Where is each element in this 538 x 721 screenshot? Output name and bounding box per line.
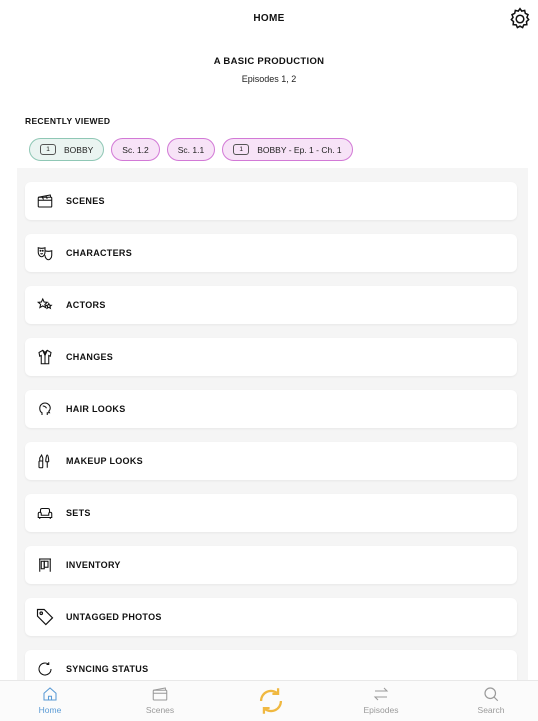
recent-chip-bobby[interactable]: 1 BOBBY <box>29 138 105 161</box>
sofa-icon <box>35 503 55 523</box>
chip-label: Sc. 1.1 <box>177 144 205 155</box>
search-icon <box>484 687 499 702</box>
gear-icon <box>510 7 530 29</box>
menu-item-label: SCENES <box>66 196 105 206</box>
head-hair-icon <box>35 399 55 419</box>
home-icon <box>43 687 57 701</box>
sync-button[interactable] <box>254 684 288 718</box>
tab-search-label: Search <box>477 705 505 715</box>
tag-icon <box>35 607 55 627</box>
bottom-tab-bar: Home Scenes Episodes Search <box>0 680 538 721</box>
recent-chip-scene-1-2[interactable]: Sc. 1.2 <box>111 138 160 161</box>
menu-item-untagged-photos[interactable]: UNTAGGED PHOTOS <box>25 598 517 636</box>
menu-item-label: INVENTORY <box>66 560 121 570</box>
clapperboard-icon <box>35 191 55 211</box>
menu-item-sets[interactable]: SETS <box>25 494 517 532</box>
chip-count-badge: 1 <box>40 144 56 155</box>
settings-button[interactable] <box>506 5 534 33</box>
menu-list: SCENES CHARACTERS ACTORS CHANGES HAIR LO… <box>17 168 528 680</box>
chip-label: Sc. 1.2 <box>122 144 149 155</box>
recent-chip-scene-1-1[interactable]: Sc. 1.1 <box>166 138 216 161</box>
tab-home[interactable]: Home <box>10 685 90 721</box>
theater-masks-icon <box>35 243 55 263</box>
clothes-rack-icon <box>35 555 55 575</box>
arrows-swap-icon <box>373 687 389 701</box>
tab-scenes[interactable]: Scenes <box>120 685 200 721</box>
menu-item-label: SYNCING STATUS <box>66 664 149 674</box>
refresh-icon <box>35 659 55 679</box>
recently-viewed-chips: 1 BOBBY Sc. 1.2 Sc. 1.1 1 BOBBY - Ep. 1 … <box>29 138 353 161</box>
menu-item-label: CHANGES <box>66 352 114 362</box>
menu-item-inventory[interactable]: INVENTORY <box>25 546 517 584</box>
menu-item-label: CHARACTERS <box>66 248 132 258</box>
production-episodes: Episodes 1, 2 <box>241 74 297 84</box>
menu-item-makeup-looks[interactable]: MAKEUP LOOKS <box>25 442 517 480</box>
tab-search[interactable]: Search <box>451 685 531 721</box>
menu-item-label: UNTAGGED PHOTOS <box>66 612 162 622</box>
menu-item-label: SETS <box>66 508 91 518</box>
chip-label: BOBBY - Ep. 1 - Ch. 1 <box>257 144 342 155</box>
production-info: A BASIC PRODUCTION Episodes 1, 2 <box>0 56 538 84</box>
clapperboard-icon <box>152 687 168 701</box>
sync-icon <box>259 688 283 714</box>
top-bar: HOME <box>0 0 538 40</box>
makeup-brushes-icon <box>35 451 55 471</box>
tab-episodes[interactable]: Episodes <box>341 685 421 721</box>
menu-item-label: HAIR LOOKS <box>66 404 126 414</box>
tab-home-label: Home <box>38 705 62 715</box>
recent-chip-bobby-ep1-ch1[interactable]: 1 BOBBY - Ep. 1 - Ch. 1 <box>222 138 353 161</box>
menu-item-hair-looks[interactable]: HAIR LOOKS <box>25 390 517 428</box>
tab-episodes-label: Episodes <box>363 705 399 715</box>
menu-item-actors[interactable]: ACTORS <box>25 286 517 324</box>
jacket-icon <box>35 347 55 367</box>
production-title: A BASIC PRODUCTION <box>213 56 325 67</box>
menu-item-syncing-status[interactable]: SYNCING STATUS <box>25 650 517 680</box>
menu-item-characters[interactable]: CHARACTERS <box>25 234 517 272</box>
tab-scenes-label: Scenes <box>145 705 175 715</box>
recently-viewed-label: RECENTLY VIEWED <box>25 116 111 126</box>
chip-count-badge: 1 <box>233 144 250 155</box>
chip-label: BOBBY <box>64 144 94 155</box>
menu-item-scenes[interactable]: SCENES <box>25 182 517 220</box>
menu-item-changes[interactable]: CHANGES <box>25 338 517 376</box>
page-title: HOME <box>253 13 285 24</box>
menu-item-label: ACTORS <box>66 300 106 310</box>
menu-item-label: MAKEUP LOOKS <box>66 456 143 466</box>
stars-icon <box>35 295 55 315</box>
